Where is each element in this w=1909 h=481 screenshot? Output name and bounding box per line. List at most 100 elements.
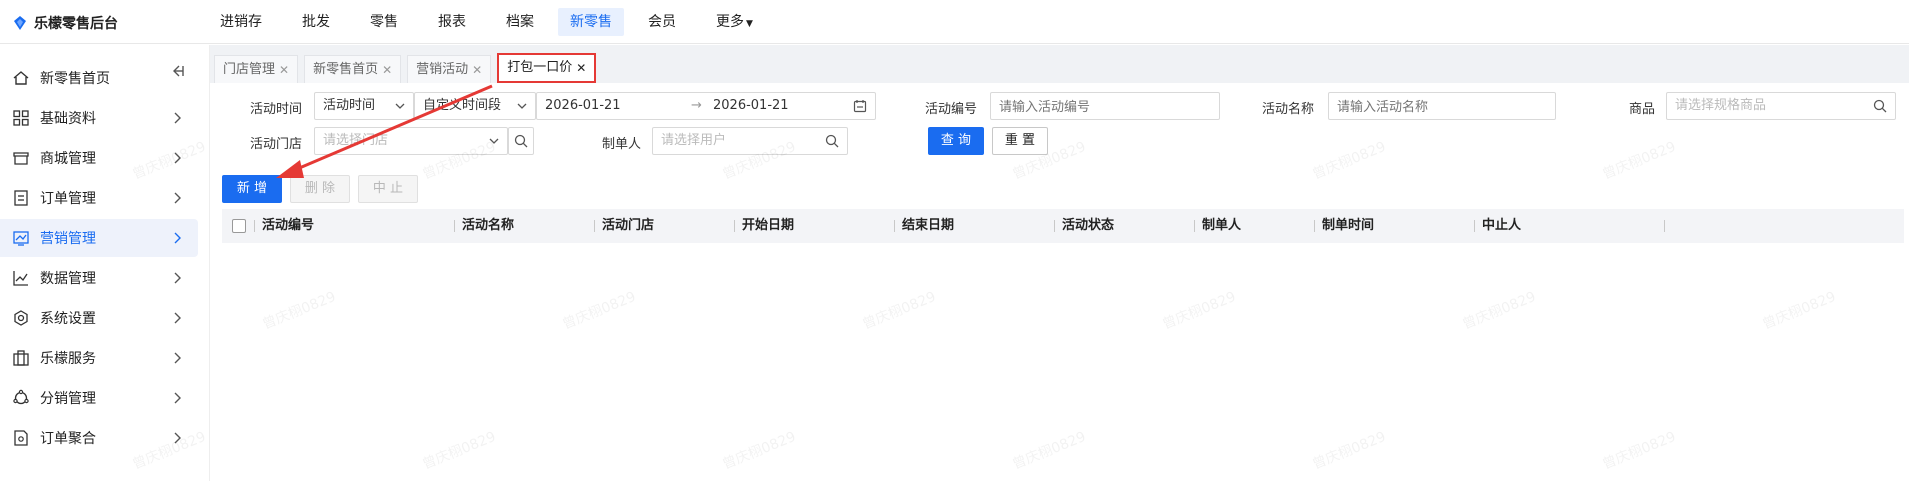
close-icon[interactable]: ✕	[576, 55, 586, 81]
chevron-down-icon	[517, 103, 527, 109]
nav-item-new-retail[interactable]: 新零售	[558, 8, 624, 36]
column-header-stopper[interactable]: 中止人	[1482, 209, 1521, 243]
store-select[interactable]: 请选择门店	[314, 127, 508, 155]
sidebar: 新零售首页 基础资料 商城管理 订单管理 营销管理 数据管理 系统设置 乐檬服务…	[0, 45, 210, 481]
column-divider	[1474, 220, 1475, 232]
column-divider	[1054, 220, 1055, 232]
store-search-button[interactable]	[508, 127, 534, 155]
search-icon[interactable]	[1873, 99, 1887, 113]
column-divider	[254, 220, 255, 232]
tab-label: 打包一口价	[507, 60, 573, 75]
store-icon	[13, 152, 29, 165]
sidebar-item-distribution[interactable]: 分销管理	[0, 379, 198, 417]
date-start-value: 2026-01-21	[545, 98, 621, 113]
goods-select[interactable]: 请选择规格商品	[1666, 92, 1896, 120]
activity-time-select[interactable]: 活动时间	[314, 92, 414, 120]
column-header-end-date[interactable]: 结束日期	[902, 209, 954, 243]
sidebar-item-label: 分销管理	[40, 391, 96, 407]
select-all-checkbox[interactable]	[232, 219, 246, 233]
column-header-activity-name[interactable]: 活动名称	[462, 209, 514, 243]
column-header-start-date[interactable]: 开始日期	[742, 209, 794, 243]
tab-store-management[interactable]: 门店管理 ✕	[214, 55, 299, 84]
column-divider	[894, 220, 895, 232]
delete-button[interactable]: 删 除	[290, 175, 350, 203]
sidebar-item-label: 订单聚合	[40, 431, 96, 447]
chevron-right-icon	[174, 272, 181, 284]
nav-more-label: 更多	[716, 14, 744, 30]
sidebar-item-orders[interactable]: 订单管理	[0, 179, 198, 217]
tab-package-price[interactable]: 打包一口价 ✕	[497, 53, 597, 83]
top-nav: 进销存 批发 零售 报表 档案 新零售 会员 更多 ▼	[200, 0, 773, 44]
activity-name-input[interactable]	[1328, 92, 1556, 120]
nav-item-reports[interactable]: 报表	[418, 8, 486, 36]
home-icon	[13, 71, 29, 85]
grid-icon	[13, 110, 29, 126]
chevron-right-icon	[174, 432, 181, 444]
nav-item-archive[interactable]: 档案	[486, 8, 554, 36]
column-header-activity-store[interactable]: 活动门店	[602, 209, 654, 243]
sidebar-item-label: 乐檬服务	[40, 351, 96, 367]
content-panel: 活动时间 活动时间 自定义时间段 2026-01-21 → 2026-01-21…	[210, 83, 1909, 481]
activity-no-input[interactable]	[990, 92, 1220, 120]
column-header-activity-no[interactable]: 活动编号	[262, 209, 314, 243]
close-icon[interactable]: ✕	[279, 56, 289, 84]
nav-item-member[interactable]: 会员	[628, 8, 696, 36]
creator-select[interactable]: 请选择用户	[652, 127, 848, 155]
sidebar-item-label: 营销管理	[40, 231, 96, 247]
nav-item-wholesale[interactable]: 批发	[282, 8, 350, 36]
column-divider	[1664, 220, 1665, 232]
sidebar-item-settings[interactable]: 系统设置	[0, 299, 198, 337]
reset-button[interactable]: 重 置	[992, 127, 1048, 155]
chevron-down-icon	[489, 138, 499, 144]
sidebar-item-marketing[interactable]: 营销管理	[0, 219, 198, 257]
doc-gear-icon	[14, 430, 28, 446]
tab-label: 营销活动	[416, 61, 469, 77]
nav-item-retail[interactable]: 零售	[350, 8, 418, 36]
line-chart-icon	[13, 271, 28, 286]
creator-label: 制单人	[602, 137, 642, 152]
time-range-select[interactable]: 自定义时间段	[414, 92, 536, 120]
nav-item-inventory[interactable]: 进销存	[200, 8, 282, 36]
activity-no-label: 活动编号	[925, 102, 978, 117]
top-bar: 乐檬零售后台 进销存 批发 零售 报表 档案 新零售 会员 更多 ▼	[0, 0, 1909, 44]
search-icon[interactable]	[825, 134, 839, 148]
sidebar-item-order-aggregation[interactable]: 订单聚合	[0, 419, 198, 457]
column-header-create-time[interactable]: 制单时间	[1322, 209, 1374, 243]
column-divider	[594, 220, 595, 232]
tab-marketing-activity[interactable]: 营销活动 ✕	[407, 55, 492, 84]
brand[interactable]: 乐檬零售后台	[12, 13, 118, 33]
close-icon[interactable]: ✕	[382, 56, 392, 84]
close-icon[interactable]: ✕	[472, 56, 482, 84]
calendar-icon	[853, 100, 867, 113]
stop-button[interactable]: 中 止	[358, 175, 418, 203]
app-title: 乐檬零售后台	[34, 16, 118, 32]
chevron-right-icon	[174, 392, 181, 404]
goods-placeholder: 请选择规格商品	[1675, 98, 1767, 113]
add-button[interactable]: 新 增	[222, 175, 282, 203]
sidebar-item-mall[interactable]: 商城管理	[0, 139, 198, 177]
sidebar-item-label: 数据管理	[40, 271, 96, 287]
sidebar-item-label: 新零售首页	[40, 71, 110, 87]
date-end-value: 2026-01-21	[713, 98, 789, 113]
sidebar-item-lemeng-service[interactable]: 乐檬服务	[0, 339, 198, 377]
brand-logo-icon	[14, 16, 26, 30]
tab-new-retail-home[interactable]: 新零售首页 ✕	[304, 55, 402, 84]
building-icon	[13, 350, 29, 366]
sidebar-item-label: 系统设置	[40, 311, 96, 327]
chevron-right-icon	[174, 312, 181, 324]
query-button[interactable]: 查 询	[928, 127, 984, 155]
tab-label: 门店管理	[223, 61, 276, 77]
page-tabs: 门店管理 ✕ 新零售首页 ✕ 营销活动 ✕ 打包一口价 ✕	[210, 45, 1909, 83]
column-header-activity-status[interactable]: 活动状态	[1062, 209, 1114, 243]
sidebar-item-data[interactable]: 数据管理	[0, 259, 198, 297]
sidebar-item-basic-data[interactable]: 基础资料	[0, 99, 198, 137]
nav-item-more[interactable]: 更多 ▼	[696, 8, 773, 36]
share-icon	[13, 389, 29, 405]
gear-icon	[14, 310, 28, 326]
column-header-creator[interactable]: 制单人	[1202, 209, 1241, 243]
date-range-picker[interactable]: 2026-01-21 → 2026-01-21	[536, 92, 876, 120]
column-divider	[1194, 220, 1195, 232]
activity-name-label: 活动名称	[1262, 102, 1315, 117]
sidebar-item-new-retail-home[interactable]: 新零售首页	[0, 59, 198, 97]
activity-time-label: 活动时间	[250, 102, 303, 117]
